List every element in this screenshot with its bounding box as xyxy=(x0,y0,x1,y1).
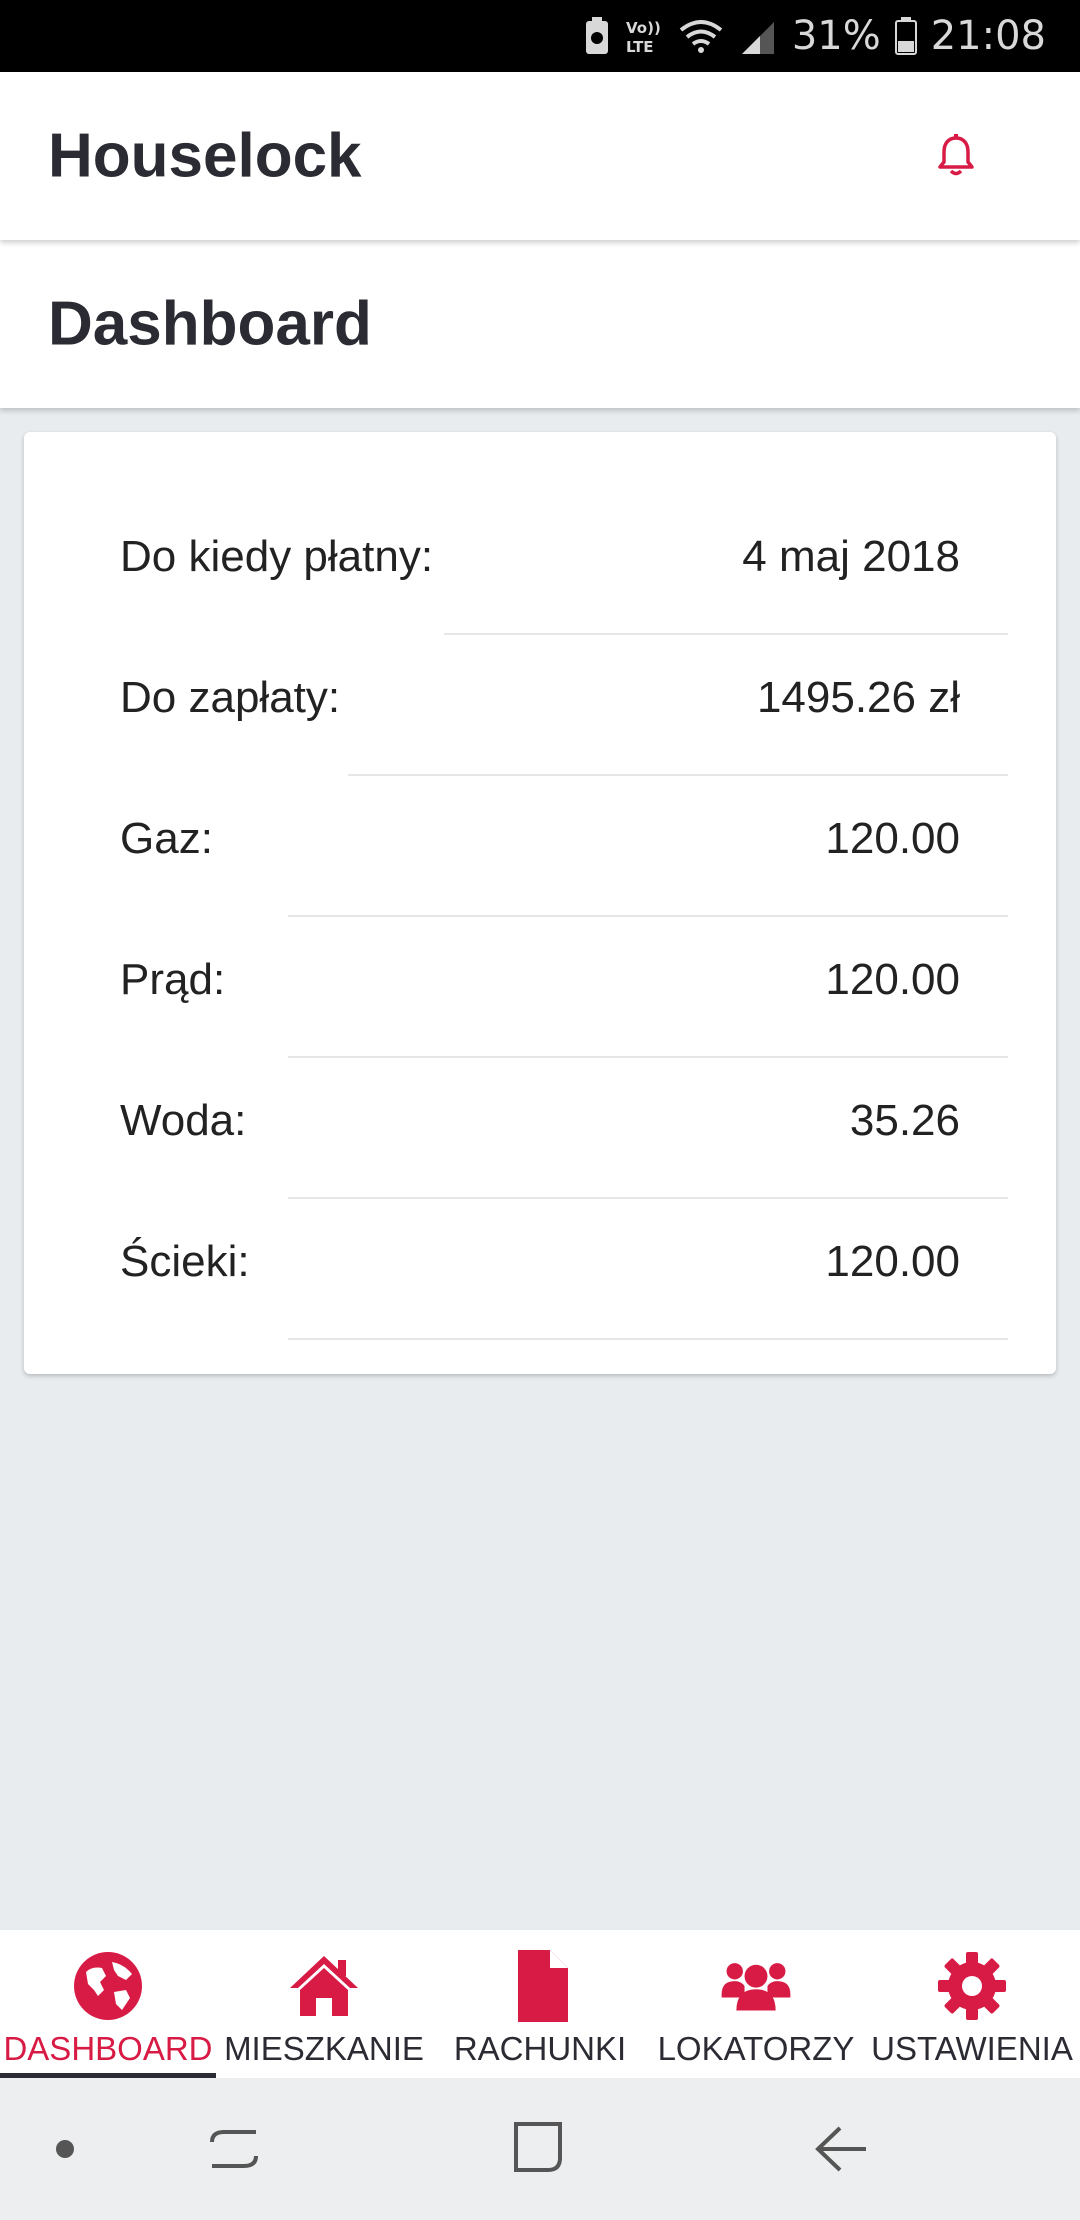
summary-row-due-date: Do kiedy płatny: 4 maj 2018 xyxy=(24,494,1056,635)
row-value: 120.00 xyxy=(825,955,960,1004)
row-value: 35.26 xyxy=(849,1096,960,1145)
gear-icon xyxy=(938,1952,1006,2020)
battery-percent: 31% xyxy=(791,13,881,59)
row-value: 120.00 xyxy=(825,1237,960,1286)
row-divider xyxy=(288,1338,1008,1340)
app-title: Houselock xyxy=(48,121,362,191)
row-value: 4 maj 2018 xyxy=(742,532,960,581)
home-icon xyxy=(290,1956,358,2016)
row-label: Woda: xyxy=(120,1096,247,1145)
row-label: Do kiedy płatny: xyxy=(120,532,434,581)
summary-card: Do kiedy płatny: 4 maj 2018 Do zapłaty: … xyxy=(24,432,1056,1374)
row-value: 1495.26 zł xyxy=(756,673,960,722)
clock: 21:08 xyxy=(930,13,1046,59)
nav-label: USTAWIENIA xyxy=(871,2030,1073,2067)
summary-row-amount-due: Do zapłaty: 1495.26 zł xyxy=(24,635,1056,776)
row-label: Gaz: xyxy=(120,814,213,863)
row-label: Ścieki: xyxy=(120,1237,250,1286)
nav-label: LOKATORZY xyxy=(657,2030,855,2067)
file-icon xyxy=(518,1950,568,2022)
nav-item-ustawienia[interactable]: USTAWIENIA xyxy=(864,1930,1080,2078)
app-header: Houselock xyxy=(0,72,1080,240)
nav-item-rachunki[interactable]: RACHUNKI xyxy=(432,1930,648,2078)
summary-row-electricity: Prąd: 120.00 xyxy=(24,917,1056,1058)
nav-label: MIESZKANIE xyxy=(224,2030,424,2067)
page-title-bar: Dashboard xyxy=(0,240,1080,408)
system-nav-bar xyxy=(0,2078,1080,2220)
row-label: Do zapłaty: xyxy=(120,673,341,722)
nav-item-dashboard[interactable]: DASHBOARD xyxy=(0,1930,216,2078)
battery-saver-icon xyxy=(585,17,608,54)
back-icon[interactable] xyxy=(814,2124,868,2174)
summary-row-gas: Gaz: 120.00 xyxy=(24,776,1056,917)
home-square-icon[interactable] xyxy=(512,2120,564,2174)
bottom-nav: DASHBOARD MIESZKANIE RACHUNKI LOKATORZY xyxy=(0,1930,1080,2078)
nav-item-mieszkanie[interactable]: MIESZKANIE xyxy=(216,1930,432,2078)
signal-icon xyxy=(741,22,774,54)
summary-row-water: Woda: 35.26 xyxy=(24,1058,1056,1199)
battery-icon xyxy=(894,17,917,55)
nav-label: RACHUNKI xyxy=(453,2030,627,2067)
wifi-icon xyxy=(679,20,723,53)
recent-apps-icon[interactable] xyxy=(208,2124,260,2174)
nav-item-lokatorzy[interactable]: LOKATORZY xyxy=(648,1930,864,2078)
nav-label: DASHBOARD xyxy=(3,2030,213,2067)
users-icon xyxy=(721,1963,791,2011)
svg-text:Vo)): Vo)) xyxy=(626,19,661,37)
dot-icon[interactable] xyxy=(54,2138,76,2160)
svg-text:LTE: LTE xyxy=(626,38,654,56)
bell-icon[interactable] xyxy=(932,132,980,180)
globe-icon xyxy=(74,1952,142,2020)
summary-row-sewage: Ścieki: 120.00 xyxy=(24,1199,1056,1340)
status-bar: Vo)) LTE 31% 21:08 xyxy=(0,0,1080,72)
page-title: Dashboard xyxy=(48,289,372,359)
row-label: Prąd: xyxy=(120,955,226,1004)
volte-icon: Vo)) LTE xyxy=(626,19,661,56)
row-value: 120.00 xyxy=(825,814,960,863)
